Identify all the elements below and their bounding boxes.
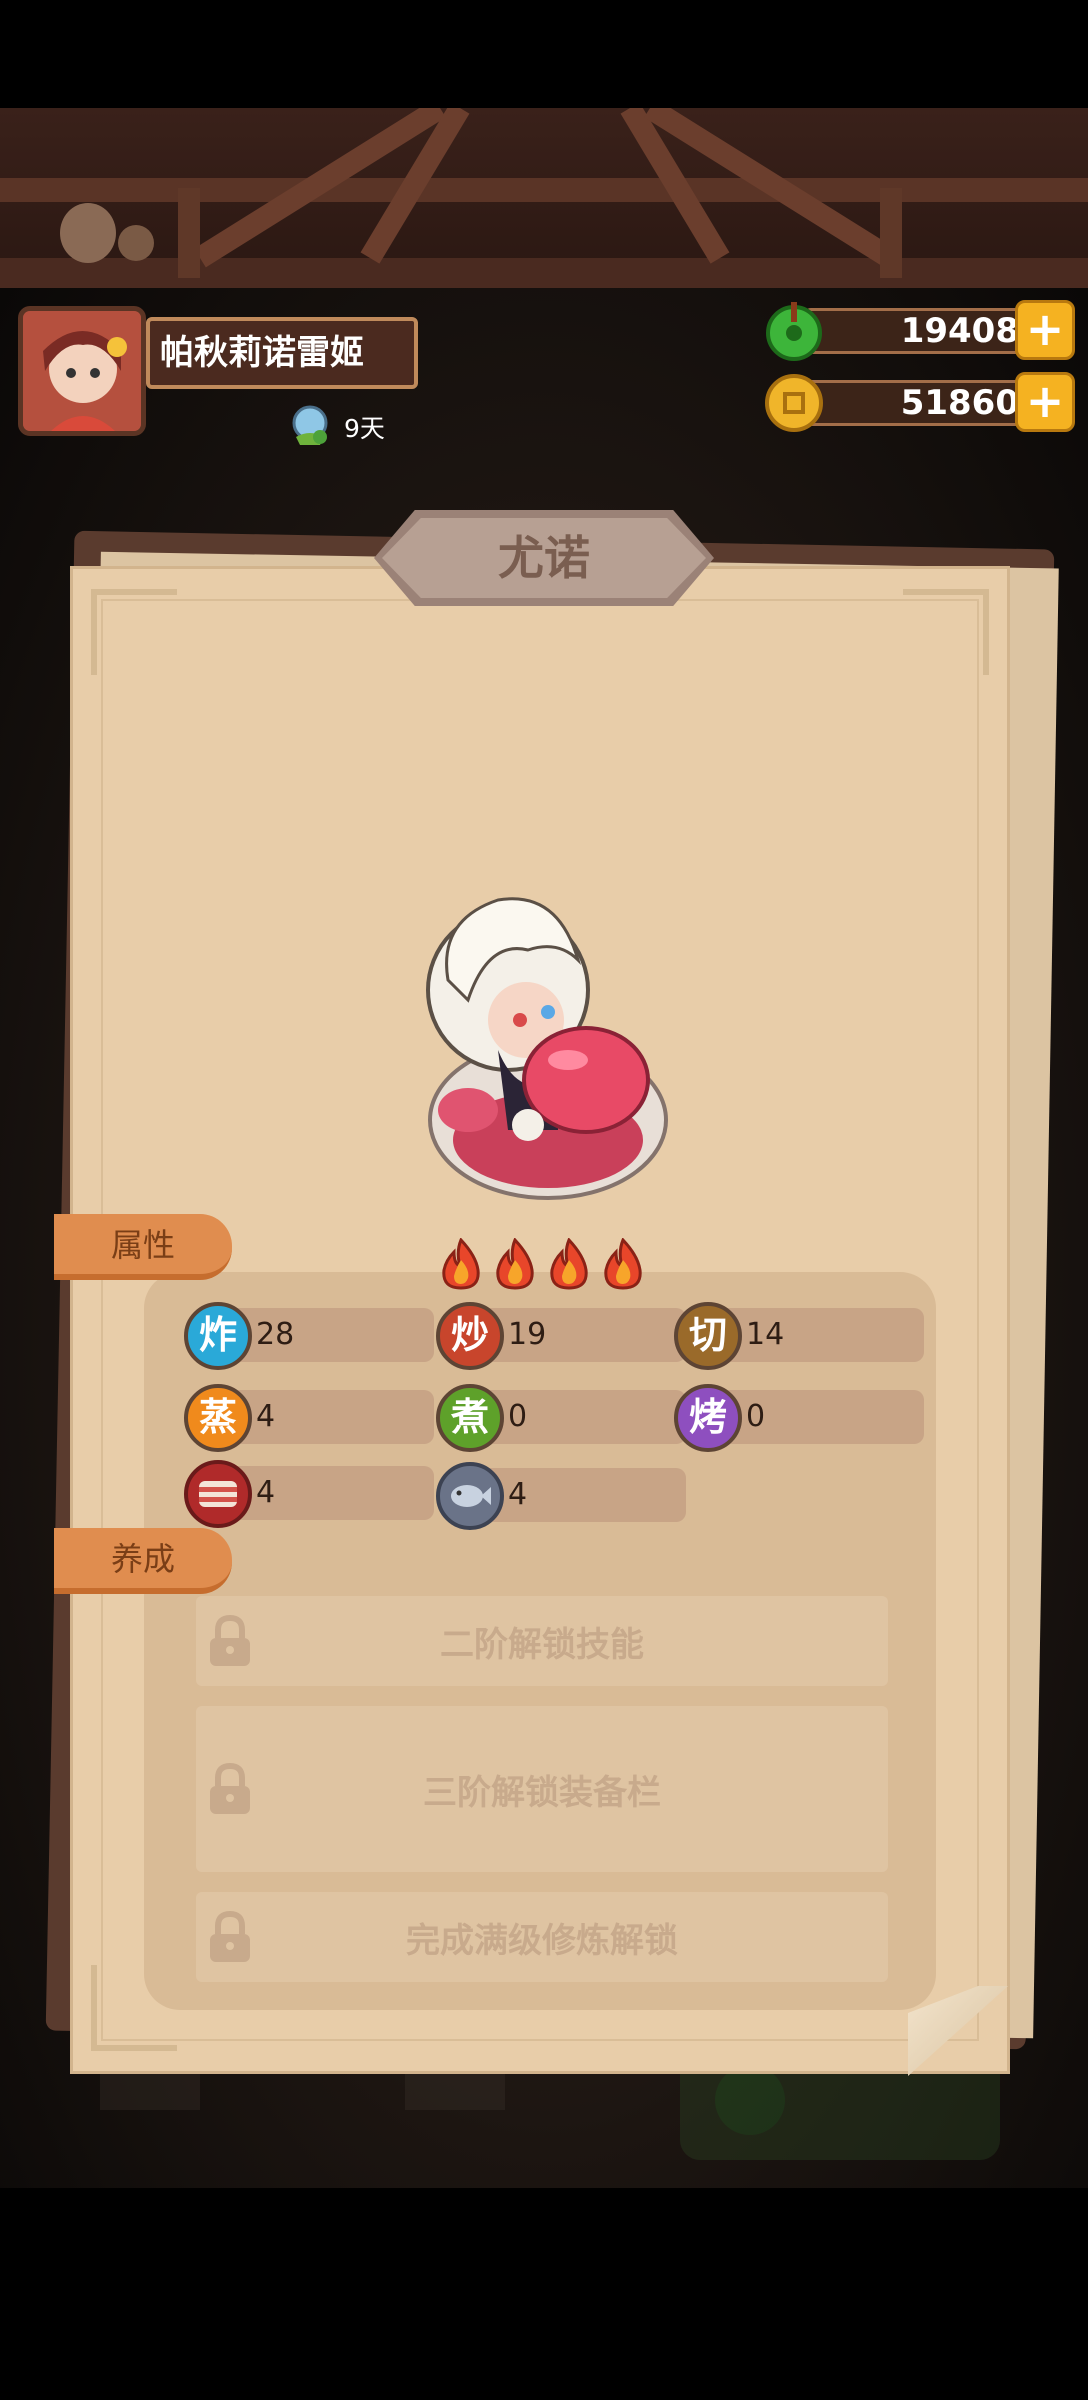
flame-icon: [600, 1237, 646, 1294]
flame-icon: [492, 1237, 538, 1294]
stat-value: 4: [256, 1399, 276, 1434]
training-tab[interactable]: 养成: [54, 1528, 232, 1594]
stat-meat: 4: [184, 1460, 434, 1528]
character-portrait: [408, 880, 678, 1210]
roof-beams-background: [0, 98, 1088, 288]
stat-value: 14: [746, 1317, 785, 1352]
bacon-icon: [184, 1460, 252, 1528]
add-coins-button[interactable]: +: [1015, 372, 1075, 432]
stat-value: 4: [256, 1475, 276, 1510]
days-indicator: 9天: [288, 402, 385, 452]
flame-icon: [546, 1237, 592, 1294]
star-level: [438, 1237, 646, 1294]
jade-currency: 19408 +: [763, 300, 1075, 362]
roast-badge: 烤: [674, 1384, 742, 1452]
locked-feature-row: 二阶解锁技能: [196, 1596, 888, 1686]
stat-roast: 烤 0: [674, 1384, 924, 1452]
coin-value: 51860: [900, 383, 1019, 423]
attributes-tab[interactable]: 属性: [54, 1214, 232, 1280]
stat-value: 28: [256, 1317, 295, 1352]
flame-icon: [438, 1237, 484, 1294]
stat-value: 0: [746, 1399, 766, 1434]
locked-feature-text: 二阶解锁技能: [440, 1624, 644, 1665]
locked-feature-row: 完成满级修炼解锁: [196, 1892, 888, 1982]
corner-ornament: [903, 589, 989, 675]
stat-stir-fry: 炒 19: [436, 1302, 686, 1370]
globe-icon: [288, 403, 332, 451]
title-plaque: 尤诺: [374, 510, 714, 606]
stat-value: 4: [508, 1477, 528, 1512]
stir-fry-badge: 炒: [436, 1302, 504, 1370]
fry-badge: 炸: [184, 1302, 252, 1370]
locked-feature-text: 三阶解锁装备栏: [423, 1772, 661, 1813]
stat-value: 0: [508, 1399, 528, 1434]
jade-value: 19408: [900, 311, 1019, 351]
jade-icon: [763, 300, 825, 366]
boil-badge: 煮: [436, 1384, 504, 1452]
days-count: 9天: [344, 414, 385, 443]
corner-ornament: [91, 589, 177, 675]
stat-value: 19: [508, 1317, 547, 1352]
stat-fish: 4: [436, 1462, 686, 1530]
stat-cut: 切 14: [674, 1302, 924, 1370]
coin-currency: 51860 +: [763, 372, 1075, 434]
add-jade-button[interactable]: +: [1015, 300, 1075, 360]
locked-feature-row: 三阶解锁装备栏: [196, 1706, 888, 1872]
fish-icon: [436, 1462, 504, 1530]
stat-steam: 蒸 4: [184, 1384, 434, 1452]
steam-badge: 蒸: [184, 1384, 252, 1452]
character-name: 尤诺: [382, 518, 706, 598]
stat-fry: 炸 28: [184, 1302, 434, 1370]
locked-feature-text: 完成满级修炼解锁: [406, 1920, 678, 1961]
player-name: 帕秋莉诺雷姬: [146, 317, 418, 389]
cut-badge: 切: [674, 1302, 742, 1370]
player-avatar[interactable]: [18, 306, 146, 436]
coin-icon: [763, 372, 825, 438]
stat-boil: 煮 0: [436, 1384, 686, 1452]
